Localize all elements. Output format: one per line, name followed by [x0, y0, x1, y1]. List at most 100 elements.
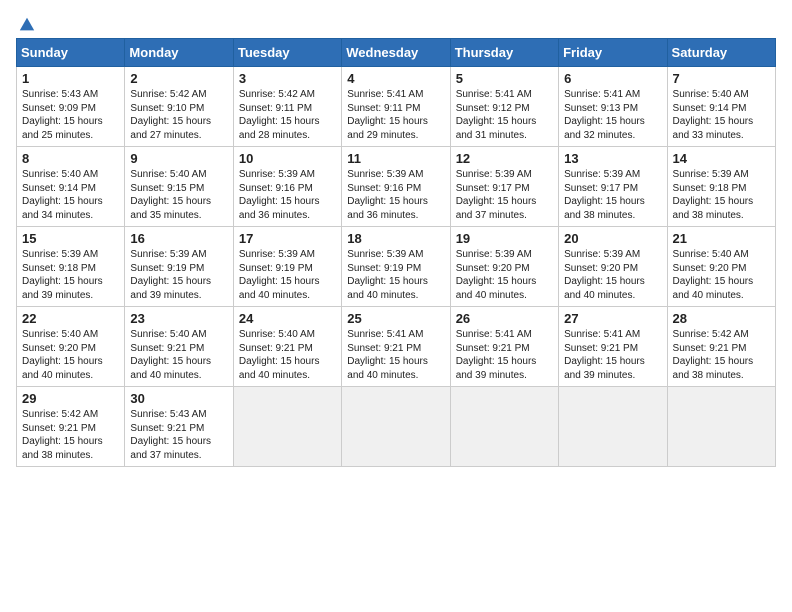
day-cell-9: 9 Sunrise: 5:40 AMSunset: 9:15 PMDaylight…: [125, 147, 233, 227]
col-header-thursday: Thursday: [450, 39, 558, 67]
day-number: 12: [456, 151, 553, 166]
day-cell-28: 28 Sunrise: 5:42 AMSunset: 9:21 PMDayligh…: [667, 307, 775, 387]
day-info: Sunrise: 5:41 AMSunset: 9:21 PMDaylight:…: [564, 328, 661, 382]
day-number: 27: [564, 311, 661, 326]
day-number: 9: [130, 151, 227, 166]
day-info: Sunrise: 5:39 AMSunset: 9:18 PMDaylight:…: [22, 248, 119, 302]
day-cell-27: 27 Sunrise: 5:41 AMSunset: 9:21 PMDayligh…: [559, 307, 667, 387]
day-number: 14: [673, 151, 770, 166]
day-info: Sunrise: 5:42 AMSunset: 9:10 PMDaylight:…: [130, 88, 227, 142]
day-info: Sunrise: 5:39 AMSunset: 9:20 PMDaylight:…: [456, 248, 553, 302]
day-cell-23: 23 Sunrise: 5:40 AMSunset: 9:21 PMDayligh…: [125, 307, 233, 387]
col-header-friday: Friday: [559, 39, 667, 67]
day-cell-4: 4 Sunrise: 5:41 AMSunset: 9:11 PMDaylight…: [342, 67, 450, 147]
day-info: Sunrise: 5:41 AMSunset: 9:12 PMDaylight:…: [456, 88, 553, 142]
day-cell-8: 8 Sunrise: 5:40 AMSunset: 9:14 PMDaylight…: [17, 147, 125, 227]
day-cell-29: 29Sunrise: 5:42 AMSunset: 9:21 PMDayligh…: [17, 387, 125, 467]
day-info: Sunrise: 5:39 AMSunset: 9:16 PMDaylight:…: [239, 168, 336, 222]
empty-cell: [233, 387, 341, 467]
day-info: Sunrise: 5:39 AMSunset: 9:19 PMDaylight:…: [239, 248, 336, 302]
page-header: [16, 16, 776, 30]
day-cell-26: 26 Sunrise: 5:41 AMSunset: 9:21 PMDayligh…: [450, 307, 558, 387]
col-header-saturday: Saturday: [667, 39, 775, 67]
day-info: Sunrise: 5:39 AMSunset: 9:17 PMDaylight:…: [456, 168, 553, 222]
day-number: 20: [564, 231, 661, 246]
empty-cell: [667, 387, 775, 467]
day-number: 25: [347, 311, 444, 326]
day-info: Sunrise: 5:40 AMSunset: 9:20 PMDaylight:…: [673, 248, 770, 302]
day-number: 21: [673, 231, 770, 246]
day-number: 28: [673, 311, 770, 326]
day-cell-25: 25 Sunrise: 5:41 AMSunset: 9:21 PMDayligh…: [342, 307, 450, 387]
day-cell-21: 21 Sunrise: 5:40 AMSunset: 9:20 PMDayligh…: [667, 227, 775, 307]
day-number: 26: [456, 311, 553, 326]
empty-cell: [450, 387, 558, 467]
day-info: Sunrise: 5:42 AMSunset: 9:21 PMDaylight:…: [673, 328, 770, 382]
day-info: Sunrise: 5:39 AMSunset: 9:17 PMDaylight:…: [564, 168, 661, 222]
day-cell-11: 11Sunrise: 5:39 AMSunset: 9:16 PMDayligh…: [342, 147, 450, 227]
day-info: Sunrise: 5:41 AMSunset: 9:21 PMDaylight:…: [456, 328, 553, 382]
day-info: Sunrise: 5:40 AMSunset: 9:14 PMDaylight:…: [22, 168, 119, 222]
calendar-week-3: 15 Sunrise: 5:39 AMSunset: 9:18 PMDayligh…: [17, 227, 776, 307]
col-header-wednesday: Wednesday: [342, 39, 450, 67]
day-number: 15: [22, 231, 119, 246]
day-cell-2: 2 Sunrise: 5:42 AMSunset: 9:10 PMDaylight…: [125, 67, 233, 147]
day-info: Sunrise: 5:41 AMSunset: 9:13 PMDaylight:…: [564, 88, 661, 142]
day-info: Sunrise: 5:41 AMSunset: 9:11 PMDaylight:…: [347, 88, 444, 142]
day-number: 23: [130, 311, 227, 326]
day-info: Sunrise: 5:41 AMSunset: 9:21 PMDaylight:…: [347, 328, 444, 382]
day-number: 10: [239, 151, 336, 166]
day-cell-17: 17 Sunrise: 5:39 AMSunset: 9:19 PMDayligh…: [233, 227, 341, 307]
day-number: 16: [130, 231, 227, 246]
day-info: Sunrise: 5:40 AMSunset: 9:21 PMDaylight:…: [239, 328, 336, 382]
day-info: Sunrise: 5:39 AMSunset: 9:19 PMDaylight:…: [130, 248, 227, 302]
day-number: 19: [456, 231, 553, 246]
day-info: Sunrise: 5:39 AMSunset: 9:19 PMDaylight:…: [347, 248, 444, 302]
day-cell-24: 24 Sunrise: 5:40 AMSunset: 9:21 PMDayligh…: [233, 307, 341, 387]
calendar-week-5: 29Sunrise: 5:42 AMSunset: 9:21 PMDayligh…: [17, 387, 776, 467]
day-cell-30: 30 Sunrise: 5:43 AMSunset: 9:21 PMDayligh…: [125, 387, 233, 467]
day-cell-19: 19 Sunrise: 5:39 AMSunset: 9:20 PMDayligh…: [450, 227, 558, 307]
day-cell-12: 12 Sunrise: 5:39 AMSunset: 9:17 PMDayligh…: [450, 147, 558, 227]
day-info: Sunrise: 5:43 AMSunset: 9:09 PMDaylight:…: [22, 88, 119, 142]
day-cell-20: 20 Sunrise: 5:39 AMSunset: 9:20 PMDayligh…: [559, 227, 667, 307]
day-number: 24: [239, 311, 336, 326]
day-info: Sunrise: 5:40 AMSunset: 9:20 PMDaylight:…: [22, 328, 119, 382]
day-cell-15: 15 Sunrise: 5:39 AMSunset: 9:18 PMDayligh…: [17, 227, 125, 307]
day-info: Sunrise: 5:40 AMSunset: 9:15 PMDaylight:…: [130, 168, 227, 222]
day-info: Sunrise: 5:40 AMSunset: 9:21 PMDaylight:…: [130, 328, 227, 382]
day-info: Sunrise: 5:39 AMSunset: 9:18 PMDaylight:…: [673, 168, 770, 222]
day-number: 30: [130, 391, 227, 406]
day-cell-22: 22 Sunrise: 5:40 AMSunset: 9:20 PMDayligh…: [17, 307, 125, 387]
day-number: 13: [564, 151, 661, 166]
empty-cell: [559, 387, 667, 467]
empty-cell: [342, 387, 450, 467]
day-cell-7: 7 Sunrise: 5:40 AMSunset: 9:14 PMDaylight…: [667, 67, 775, 147]
calendar-week-4: 22 Sunrise: 5:40 AMSunset: 9:20 PMDayligh…: [17, 307, 776, 387]
day-number: 2: [130, 71, 227, 86]
logo-icon: [18, 16, 36, 34]
day-number: 17: [239, 231, 336, 246]
day-number: 7: [673, 71, 770, 86]
day-number: 18: [347, 231, 444, 246]
day-number: 22: [22, 311, 119, 326]
day-cell-18: 18 Sunrise: 5:39 AMSunset: 9:19 PMDayligh…: [342, 227, 450, 307]
day-number: 1: [22, 71, 119, 86]
day-cell-5: 5 Sunrise: 5:41 AMSunset: 9:12 PMDaylight…: [450, 67, 558, 147]
day-info: Sunrise: 5:42 AMSunset: 9:21 PMDaylight:…: [22, 408, 119, 462]
day-cell-10: 10 Sunrise: 5:39 AMSunset: 9:16 PMDayligh…: [233, 147, 341, 227]
day-cell-14: 14 Sunrise: 5:39 AMSunset: 9:18 PMDayligh…: [667, 147, 775, 227]
day-number: 4: [347, 71, 444, 86]
calendar-week-2: 8 Sunrise: 5:40 AMSunset: 9:14 PMDaylight…: [17, 147, 776, 227]
day-info: Sunrise: 5:43 AMSunset: 9:21 PMDaylight:…: [130, 408, 227, 462]
calendar-week-1: 1 Sunrise: 5:43 AMSunset: 9:09 PMDaylight…: [17, 67, 776, 147]
day-info: Sunrise: 5:40 AMSunset: 9:14 PMDaylight:…: [673, 88, 770, 142]
day-cell-6: 6Sunrise: 5:41 AMSunset: 9:13 PMDaylight…: [559, 67, 667, 147]
calendar-header-row: SundayMondayTuesdayWednesdayThursdayFrid…: [17, 39, 776, 67]
day-number: 5: [456, 71, 553, 86]
day-number: 11: [347, 151, 444, 166]
col-header-sunday: Sunday: [17, 39, 125, 67]
logo: [16, 16, 36, 30]
day-number: 8: [22, 151, 119, 166]
day-info: Sunrise: 5:39 AMSunset: 9:20 PMDaylight:…: [564, 248, 661, 302]
